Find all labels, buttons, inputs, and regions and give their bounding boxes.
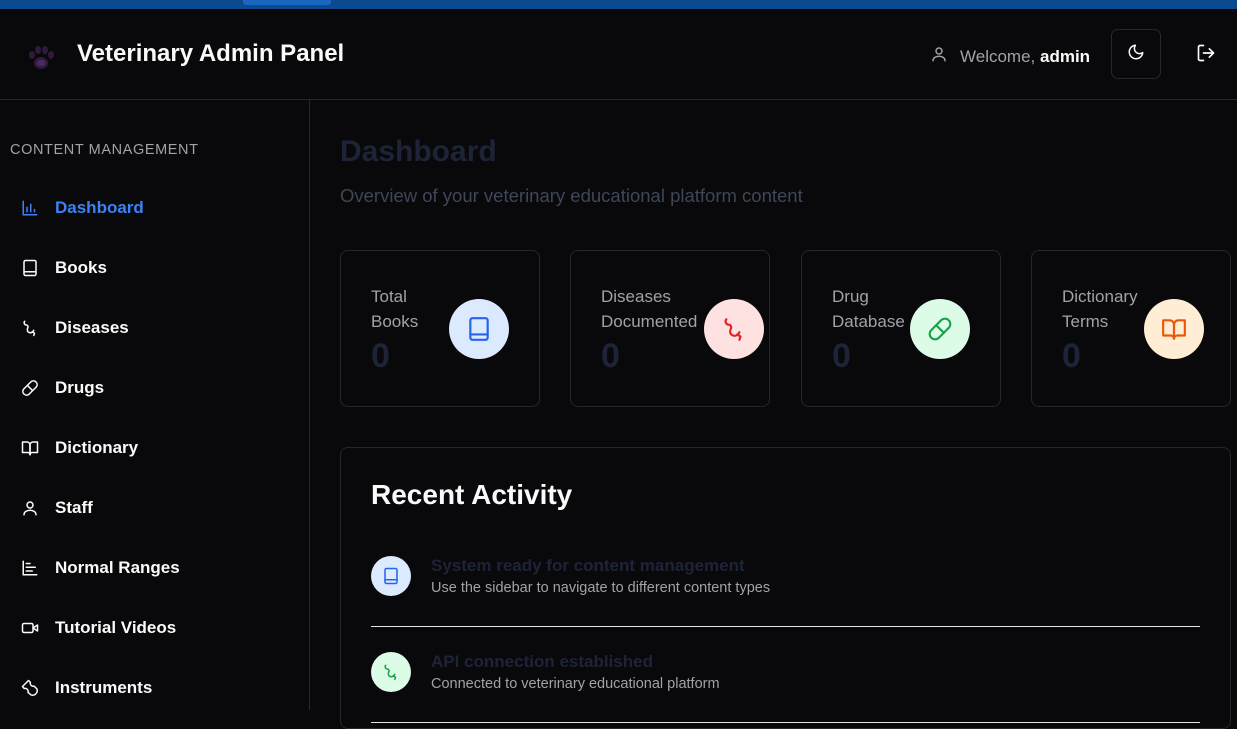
sidebar-item-tutorial-videos[interactable]: Tutorial Videos	[10, 606, 300, 650]
sidebar-item-label: Dashboard	[55, 198, 144, 217]
app-title: Veterinary Admin Panel	[77, 40, 345, 67]
app-header: Veterinary Admin Panel Welcome, admin	[0, 9, 1237, 100]
worm-icon	[704, 299, 764, 359]
sidebar-item-dashboard[interactable]: Dashboard	[10, 186, 300, 230]
sidebar-item-label: Staff	[55, 498, 93, 517]
sidebar-item-label: Books	[55, 258, 107, 277]
sidebar-item-label: Instruments	[55, 678, 153, 697]
book-icon	[19, 257, 41, 279]
stat-card-diseases: Diseases Documented 0	[570, 250, 770, 407]
sidebar-item-staff[interactable]: Staff	[10, 486, 300, 530]
activity-description: Use the sidebar to navigate to different…	[431, 580, 771, 596]
stat-value: 0	[601, 337, 620, 375]
stat-card-total-books: Total Books 0	[340, 250, 540, 407]
wrench-icon	[19, 677, 41, 699]
recent-activity-card: Recent Activity System ready for content…	[340, 447, 1231, 729]
book-icon	[449, 299, 509, 359]
theme-toggle-button[interactable]	[1111, 29, 1161, 79]
sidebar-item-label: Dictionary	[55, 438, 139, 457]
chart-icon	[19, 557, 41, 579]
book-open-icon	[19, 437, 41, 459]
sidebar-item-drugs[interactable]: Drugs	[10, 366, 300, 410]
browser-tab-highlight	[243, 0, 331, 5]
sidebar-item-label: Drugs	[55, 378, 105, 397]
sidebar-item-label: Tutorial Videos	[55, 618, 177, 637]
page-subtitle: Overview of your veterinary educational …	[340, 185, 803, 206]
user-icon	[19, 497, 41, 519]
sidebar-section-label: CONTENT MANAGEMENT	[10, 142, 199, 158]
stat-label: Dictionary Terms	[1062, 287, 1138, 331]
sidebar-item-books[interactable]: Books	[10, 246, 300, 290]
stat-card-drugs: Drug Database 0	[801, 250, 1001, 407]
pill-icon	[910, 299, 970, 359]
sidebar-item-label: Diseases	[55, 318, 129, 337]
logout-button[interactable]	[1192, 43, 1220, 67]
activity-title: System ready for content management	[431, 556, 745, 575]
username: admin	[1040, 46, 1091, 66]
video-icon	[19, 617, 41, 639]
activity-item: API connection established Connected to …	[371, 642, 1200, 723]
user-icon	[930, 45, 948, 68]
sidebar-item-normal-ranges[interactable]: Normal Ranges	[10, 546, 300, 590]
stat-card-dictionary: Dictionary Terms 0	[1031, 250, 1231, 407]
book-open-icon	[1144, 299, 1204, 359]
activity-title: API connection established	[431, 652, 653, 671]
welcome-text: Welcome,	[960, 46, 1036, 66]
stat-label: Diseases Documented	[601, 287, 698, 331]
sidebar-item-label: Normal Ranges	[55, 558, 180, 577]
recent-activity-title: Recent Activity	[371, 479, 573, 510]
worm-icon	[371, 652, 411, 692]
stat-value: 0	[371, 337, 390, 375]
page-title: Dashboard	[340, 135, 497, 168]
sidebar-item-instruments[interactable]: Instruments	[10, 666, 300, 710]
sidebar: CONTENT MANAGEMENT Dashboard Books Disea…	[0, 100, 310, 710]
activity-item: System ready for content management Use …	[371, 546, 1200, 627]
stat-value: 0	[1062, 337, 1081, 375]
browser-top-strip	[0, 0, 1237, 9]
main-content: Dashboard Overview of your veterinary ed…	[310, 100, 1237, 729]
stat-value: 0	[832, 337, 851, 375]
activity-description: Connected to veterinary educational plat…	[431, 676, 720, 692]
stat-label: Drug Database	[832, 287, 905, 331]
pill-icon	[19, 377, 41, 399]
stat-label: Total Books	[371, 287, 419, 331]
paw-icon	[24, 41, 58, 75]
sidebar-item-diseases[interactable]: Diseases	[10, 306, 300, 350]
moon-icon	[1127, 43, 1145, 66]
worm-icon	[19, 317, 41, 339]
sidebar-item-dictionary[interactable]: Dictionary	[10, 426, 300, 470]
bar-chart-icon	[19, 197, 41, 219]
logout-icon	[1196, 43, 1216, 68]
book-icon	[371, 556, 411, 596]
welcome-message: Welcome, admin	[930, 45, 1090, 68]
